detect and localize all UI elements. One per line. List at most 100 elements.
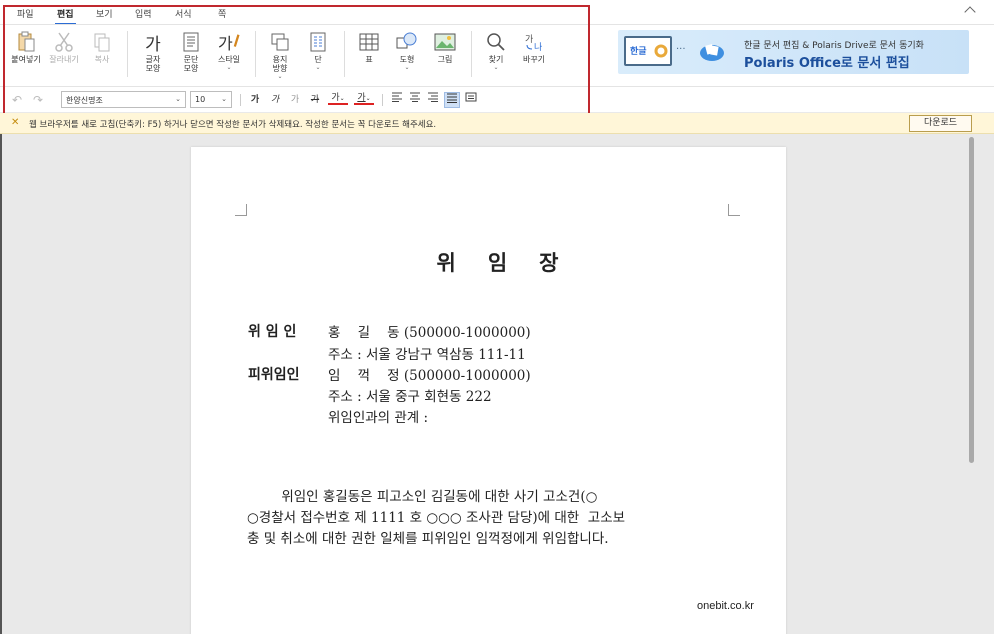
tab-insert[interactable]: 입력 bbox=[135, 7, 152, 20]
close-icon[interactable]: ✕ bbox=[11, 117, 19, 128]
column-icon bbox=[307, 31, 329, 53]
toolbar-divider bbox=[382, 94, 383, 106]
cloud-icon bbox=[700, 44, 724, 61]
char-shape-button[interactable]: 가 글자 모양 bbox=[133, 31, 173, 74]
para-shape-button[interactable]: 문단 모양 bbox=[171, 31, 211, 73]
collapse-ribbon-icon[interactable] bbox=[964, 6, 976, 18]
shape-icon bbox=[396, 31, 418, 53]
style-button[interactable]: 가 스타일 ⌄ bbox=[209, 31, 249, 71]
replace-button[interactable]: 가나 바꾸기 bbox=[514, 31, 554, 64]
align-center-button[interactable] bbox=[408, 92, 422, 108]
delegate-name: 임 꺽 정 (500000-1000000) bbox=[328, 368, 531, 384]
tab-format[interactable]: 서식 bbox=[175, 7, 192, 20]
relation-line: 위임인과의 관계 : bbox=[328, 410, 429, 426]
cut-button[interactable]: 잘라내기 bbox=[44, 31, 84, 64]
svg-text:나: 나 bbox=[534, 42, 542, 52]
column-button[interactable]: 단 ⌄ bbox=[298, 31, 338, 71]
align-center-icon bbox=[410, 92, 420, 102]
toolbar-divider bbox=[240, 94, 241, 106]
table-button[interactable]: 표 bbox=[349, 31, 389, 64]
left-edge bbox=[0, 134, 2, 634]
download-button[interactable]: 다운로드 bbox=[909, 115, 972, 132]
shape-button[interactable]: 도형 ⌄ bbox=[387, 31, 427, 71]
dots-icon: ··· bbox=[676, 44, 686, 55]
char-shape-label: 글자 모양 bbox=[145, 55, 161, 73]
menu-bar: 파일 편집 보기 입력 서식 쪽 bbox=[0, 0, 994, 25]
ribbon-divider bbox=[255, 31, 256, 77]
promo-line1: 한글 문서 편집 & Polaris Drive로 문서 동기화 bbox=[744, 41, 924, 51]
style-icon: 가 bbox=[218, 31, 240, 53]
copy-icon bbox=[91, 31, 113, 53]
style-dropdown-icon: ⌄ bbox=[226, 64, 232, 71]
search-icon bbox=[485, 31, 507, 53]
font-color-button[interactable]: 가⌄ bbox=[328, 92, 348, 105]
delegate-label: 피위임인 bbox=[248, 367, 300, 383]
paper-direction-button[interactable]: 용지 방향 ⌄ bbox=[260, 31, 300, 80]
char-shape-icon: 가 bbox=[145, 34, 161, 55]
vertical-scrollbar[interactable] bbox=[966, 134, 976, 634]
redo-icon[interactable]: ↷ bbox=[33, 93, 43, 107]
paste-icon bbox=[15, 31, 37, 53]
delegator-address: 주소 : 서울 강남구 역삼동 111-11 bbox=[328, 347, 526, 363]
scissors-icon bbox=[53, 31, 75, 53]
find-label: 찾기 bbox=[488, 55, 504, 64]
align-justify-icon bbox=[447, 93, 457, 103]
replace-icon: 가나 bbox=[523, 31, 545, 53]
delegation-body: 위임인 홍길동은 피고소인 김길동에 대한 사기 고소건(○ ○경찰서 접수번호… bbox=[247, 489, 626, 547]
paragraph-icon bbox=[180, 31, 202, 53]
align-right-button[interactable] bbox=[426, 92, 440, 108]
svg-text:가: 가 bbox=[525, 34, 533, 45]
font-value: 한양신명조 bbox=[66, 96, 103, 105]
distribute-button[interactable] bbox=[464, 92, 478, 108]
delegator-name: 홍 길 동 (500000-1000000) bbox=[328, 325, 531, 341]
align-left-button[interactable] bbox=[390, 92, 404, 108]
delegator-label: 위 임 인 bbox=[248, 324, 297, 340]
shape-label: 도형 bbox=[399, 55, 415, 64]
column-dropdown-icon: ⌄ bbox=[315, 64, 321, 71]
tab-view[interactable]: 보기 bbox=[96, 7, 113, 20]
table-label: 표 bbox=[365, 55, 373, 64]
chevron-down-icon: ⌄ bbox=[339, 95, 345, 102]
style-label: 스타일 bbox=[217, 55, 241, 64]
ribbon-divider bbox=[471, 31, 472, 77]
promo-line2: Polaris Office로 문서 편집 bbox=[744, 56, 910, 71]
notice-message: 웹 브라우저를 새로 고침(단축키: F5) 하거나 닫으면 작성한 문서가 삭… bbox=[29, 120, 437, 130]
strikethrough-button[interactable]: 가 bbox=[309, 92, 321, 108]
watermark: onebit.co.kr bbox=[697, 600, 754, 612]
document-title: 위임장 bbox=[436, 250, 591, 275]
chevron-down-icon: ⌄ bbox=[175, 95, 181, 103]
monitor-icon: 한글 bbox=[624, 36, 672, 66]
tab-file[interactable]: 파일 bbox=[17, 7, 34, 20]
tab-edit[interactable]: 편집 bbox=[55, 7, 76, 25]
find-dropdown-icon: ⌄ bbox=[493, 64, 499, 71]
ribbon-divider bbox=[127, 31, 128, 77]
align-right-icon bbox=[428, 92, 438, 102]
paste-label: 붙여넣기 bbox=[11, 55, 41, 64]
paper-direction-label: 용지 방향 bbox=[272, 55, 288, 73]
distribute-icon bbox=[465, 92, 477, 102]
document-page[interactable]: 위임장 위 임 인 홍 길 동 (500000-1000000) 주소 : 서울… bbox=[191, 147, 786, 634]
font-size-select[interactable]: 10 ⌄ bbox=[190, 91, 232, 108]
undo-icon[interactable]: ↶ bbox=[12, 93, 22, 107]
font-select[interactable]: 한양신명조 ⌄ bbox=[61, 91, 186, 108]
format-toolbar: ↶ ↷ 한양신명조 ⌄ 10 ⌄ 가 가 가 가 가⌄ 가⌄ bbox=[0, 86, 994, 112]
italic-button[interactable]: 가 bbox=[269, 92, 281, 108]
monitor-text: 한글 bbox=[630, 47, 647, 57]
paste-button[interactable]: 붙여넣기 bbox=[6, 31, 46, 64]
margin-corner-mark bbox=[728, 204, 740, 216]
polaris-promo-banner[interactable]: 한글 ··· 한글 문서 편집 & Polaris Drive로 문서 동기화 … bbox=[618, 30, 969, 74]
outline-button[interactable]: 가 bbox=[289, 92, 301, 108]
ribbon-divider bbox=[344, 31, 345, 77]
highlight-button[interactable]: 가⌄ bbox=[354, 92, 374, 105]
image-icon bbox=[434, 31, 456, 53]
align-justify-button[interactable] bbox=[444, 92, 460, 108]
image-button[interactable]: 그림 bbox=[425, 31, 465, 64]
find-button[interactable]: 찾기 ⌄ bbox=[476, 31, 516, 71]
bold-button[interactable]: 가 bbox=[249, 92, 261, 108]
tab-page[interactable]: 쪽 bbox=[218, 7, 226, 20]
scrollbar-thumb[interactable] bbox=[969, 137, 974, 463]
paper-direction-icon bbox=[269, 31, 291, 53]
margin-corner-mark bbox=[235, 204, 247, 216]
chevron-down-icon: ⌄ bbox=[365, 95, 371, 102]
copy-button[interactable]: 복사 bbox=[82, 31, 122, 64]
